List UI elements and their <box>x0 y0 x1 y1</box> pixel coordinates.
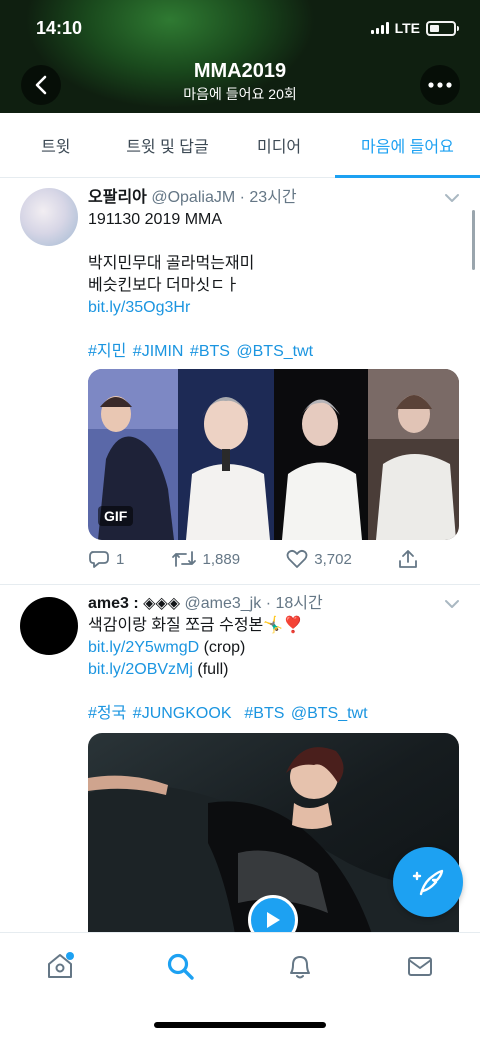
reply-icon <box>89 551 109 568</box>
author-handle[interactable]: @ame3_jk <box>185 595 262 612</box>
tweet-media-video[interactable] <box>88 733 459 953</box>
author-handle[interactable]: @OpaliaJM <box>151 189 235 206</box>
tweet-card[interactable]: 오팔리아 @OpaliaJM · 23시간 191130 2019 MMA 박지… <box>0 179 480 585</box>
home-icon[interactable] <box>45 951 75 981</box>
compose-tweet-button[interactable] <box>393 847 463 917</box>
reply-count: 1 <box>116 550 125 568</box>
page-subtitle: 마음에 들어요 20회 <box>183 86 297 102</box>
tweet-content: 오팔리아 @OpaliaJM · 23시간 191130 2019 MMA 박지… <box>88 187 460 363</box>
tweet-hashtags: #지민 #JIMIN #BTS @BTS_twt <box>88 341 460 363</box>
tweet-link[interactable]: bit.ly/35Og3Hr <box>88 299 190 316</box>
avatar[interactable] <box>20 188 78 246</box>
tweet-time: · 23시간 <box>239 189 297 206</box>
share-button[interactable] <box>398 549 418 569</box>
status-indicators: LTE <box>370 20 459 36</box>
hashtag[interactable]: #JUNGKOOK <box>133 705 232 722</box>
hashtag[interactable]: #정국 <box>88 705 126 722</box>
tweet-time: · 18시간 <box>265 595 323 612</box>
link-note: (crop) <box>199 639 246 656</box>
scrollbar[interactable] <box>472 210 475 270</box>
hashtag[interactable]: #지민 <box>88 343 126 360</box>
page-title: MMA2019 <box>193 60 287 82</box>
home-indicator[interactable] <box>154 1022 326 1028</box>
reply-button[interactable]: 1 <box>88 549 124 569</box>
heart-icon <box>286 549 308 568</box>
tweet-header: 오팔리아 @OpaliaJM · 23시간 <box>88 187 460 209</box>
mail-icon[interactable] <box>405 951 435 981</box>
tab-media[interactable]: 미디어 <box>223 113 335 177</box>
battery-icon <box>426 20 459 36</box>
tab-tweets-replies[interactable]: 트윗 및 답글 <box>112 113 224 177</box>
retweet-icon <box>171 551 196 567</box>
tweet-text-line: 박지민무대 골라먹는재미 <box>88 255 255 272</box>
tweet-text-line: 색감이랑 화질 쪼금 수정본🤸‍♂️❣️ <box>88 617 304 634</box>
more-dots-icon <box>428 82 452 88</box>
tab-likes[interactable]: 마음에 들어요 <box>334 113 480 178</box>
like-count: 3,702 <box>314 550 352 568</box>
search-icon[interactable] <box>165 951 195 981</box>
tweet-header: ame3 : ◈◈◈ @ame3_jk · 18시간 <box>88 593 460 615</box>
tweet-text-line: 191130 2019 MMA <box>88 211 223 228</box>
like-button[interactable]: 3,702 <box>286 549 352 569</box>
profile-header: 14:10 LTE MMA2019 마음에 들어요 20회 <box>0 0 480 113</box>
tab-tweets[interactable]: 트윗 <box>0 113 112 177</box>
mention[interactable]: @BTS_twt <box>236 343 313 360</box>
gif-badge: GIF <box>98 506 134 526</box>
hashtag[interactable]: #BTS <box>190 343 230 360</box>
network-label: LTE <box>394 20 420 36</box>
retweet-button[interactable]: 1,889 <box>171 549 241 569</box>
status-time: 14:10 <box>36 18 83 38</box>
link-note: (full) <box>192 661 229 678</box>
gif-preview <box>88 369 459 540</box>
play-icon <box>267 912 280 928</box>
share-icon <box>399 550 417 568</box>
signal-icon <box>370 22 389 34</box>
tweet-text-line: 베슷킨보다 더마싯ㄷㅏ <box>88 277 240 294</box>
tweet-link[interactable]: bit.ly/2Y5wmgD <box>88 639 199 656</box>
author-name[interactable]: 오팔리아 <box>88 189 147 206</box>
avatar[interactable] <box>20 597 78 655</box>
tweet-content: ame3 : ◈◈◈ @ame3_jk · 18시간 색감이랑 화질 쪼금 수정… <box>88 593 460 725</box>
retweet-count: 1,889 <box>202 550 241 568</box>
compose-feather-icon <box>412 869 444 896</box>
tweet-actions: 1 1,889 3,702 <box>88 549 418 569</box>
tweet-link[interactable]: bit.ly/2OBVzMj <box>88 661 193 678</box>
bell-icon[interactable] <box>285 951 315 981</box>
hashtag[interactable]: #BTS <box>244 705 284 722</box>
author-name[interactable]: ame3 : ◈◈◈ <box>88 595 180 612</box>
more-button[interactable] <box>420 65 460 105</box>
hashtag[interactable]: #JIMIN <box>133 343 184 360</box>
profile-tabs: 트윗 트윗 및 답글 미디어 마음에 들어요 <box>0 113 480 178</box>
tweet-hashtags: #정국 #JUNGKOOK #BTS @BTS_twt <box>88 703 460 725</box>
mention[interactable]: @BTS_twt <box>291 705 368 722</box>
tweet-media-gif[interactable]: GIF <box>88 369 459 540</box>
